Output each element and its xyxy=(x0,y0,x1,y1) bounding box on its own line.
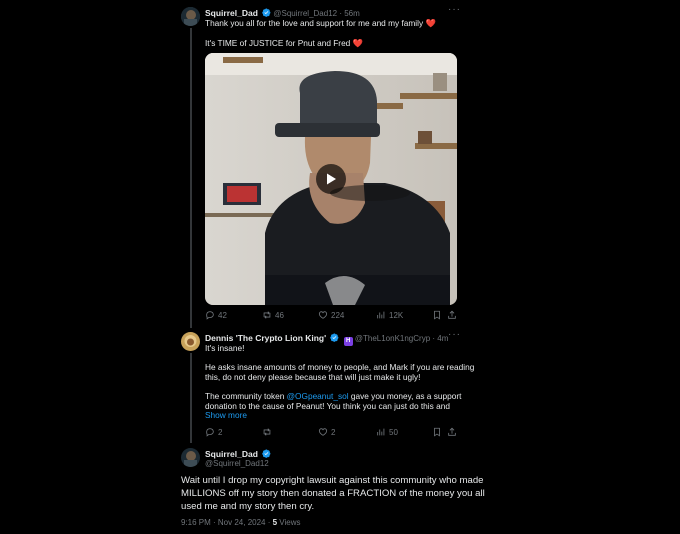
tweet3-line2: MILLIONS off my story then donated a FRA… xyxy=(181,488,485,499)
play-icon xyxy=(327,173,336,185)
display-name[interactable]: Dennis 'The Crypto Lion King' xyxy=(205,333,326,343)
repost-button[interactable] xyxy=(262,427,272,437)
like-button[interactable]: 224 xyxy=(318,310,344,320)
avatar-dennis[interactable] xyxy=(181,332,200,351)
reply-icon xyxy=(206,428,214,437)
like-count: 2 xyxy=(331,427,336,437)
like-count: 224 xyxy=(331,310,345,320)
tweet1-header: Squirrel_Dad @Squirrel_Dad12 · 56m xyxy=(205,8,360,18)
bookmark-icon xyxy=(434,310,440,320)
tweet3-header: Squirrel_Dad xyxy=(205,449,271,459)
reply-icon xyxy=(206,311,214,320)
heart-emoji: ❤️ xyxy=(352,38,363,48)
affiliate-badge[interactable]: H xyxy=(343,337,353,346)
tweet3-line3: used me and my story then cry. xyxy=(181,501,315,512)
reply-button[interactable]: 42 xyxy=(205,310,227,320)
timestamp[interactable]: 56m xyxy=(344,9,360,18)
views-button[interactable]: 12K xyxy=(376,310,403,320)
bookmark-button[interactable] xyxy=(432,427,442,437)
bookmark-icon xyxy=(434,427,440,437)
tweet3-meta: 9:16 PM · Nov 24, 2024 · 5 Views xyxy=(181,518,300,527)
views-icon xyxy=(377,311,385,319)
tweet1-line1: Thank you all for the love and support f… xyxy=(205,18,424,28)
thread-line-1 xyxy=(190,28,192,328)
verified-badge-icon xyxy=(262,449,271,458)
mention-link[interactable]: @OGpeanut_sol xyxy=(287,391,349,401)
share-button[interactable] xyxy=(447,310,457,320)
display-name[interactable]: Squirrel_Dad xyxy=(205,449,258,459)
post-timestamp[interactable]: 9:16 PM · Nov 24, 2024 · xyxy=(181,518,273,527)
handle[interactable]: @TheL1onK1ngCryp xyxy=(355,334,430,343)
tweet2-p2-line2: this, do not deny please because that wi… xyxy=(205,372,421,382)
views-count: 12K xyxy=(389,310,404,320)
reply-button[interactable]: 2 xyxy=(205,427,222,437)
share-icon xyxy=(448,427,456,436)
repost-button[interactable]: 46 xyxy=(262,310,284,320)
handle[interactable]: @Squirrel_Dad12 xyxy=(205,459,269,468)
thread-line-2 xyxy=(190,353,192,443)
play-button[interactable] xyxy=(316,164,346,194)
like-button[interactable]: 2 xyxy=(318,427,335,437)
views-count: 50 xyxy=(389,427,398,437)
text-segment: The community token xyxy=(205,391,287,401)
display-name[interactable]: Squirrel_Dad xyxy=(205,8,258,18)
like-icon xyxy=(318,311,328,319)
repost-icon xyxy=(263,311,271,319)
reply-count: 2 xyxy=(218,427,223,437)
tweet1-text-line1: Thank you all for the love and support f… xyxy=(205,18,436,29)
text-segment: gave you money, as a support xyxy=(348,391,462,401)
verified-badge-icon xyxy=(330,333,339,342)
verified-badge-icon xyxy=(262,8,271,17)
views-label: Views xyxy=(277,518,301,527)
reply-count: 42 xyxy=(218,310,227,320)
show-more-link[interactable]: Show more xyxy=(205,410,247,421)
heart-emoji: ❤️ xyxy=(425,18,436,28)
views-button[interactable]: 50 xyxy=(376,427,398,437)
avatar-squirrel-dad-1[interactable] xyxy=(181,7,200,26)
separator: · xyxy=(339,9,342,18)
bookmark-button[interactable] xyxy=(432,310,442,320)
avatar-squirrel-dad-2[interactable] xyxy=(181,448,200,467)
tweet1-text-line2: It's TIME of JUSTICE for Pnut and Fred ❤… xyxy=(205,38,363,49)
repost-count: 46 xyxy=(275,310,284,320)
more-icon[interactable]: ··· xyxy=(448,4,461,15)
share-button[interactable] xyxy=(447,427,457,437)
tweet3-body: Wait until I drop my copyright lawsuit a… xyxy=(181,474,485,513)
more-icon[interactable]: ··· xyxy=(448,329,461,340)
views-icon xyxy=(377,428,385,436)
timestamp[interactable]: 4m xyxy=(437,334,448,343)
share-icon xyxy=(448,310,456,319)
like-icon xyxy=(318,428,328,436)
tweet2-p1: It's insane! xyxy=(205,343,245,353)
handle[interactable]: @Squirrel_Dad12 xyxy=(273,9,337,18)
tweet1-line2: It's TIME of JUSTICE for Pnut and Fred xyxy=(205,38,351,48)
tweet3-line1: Wait until I drop my copyright lawsuit a… xyxy=(181,475,484,486)
video-player[interactable] xyxy=(205,53,457,305)
repost-icon xyxy=(263,428,271,436)
separator: · xyxy=(432,334,436,343)
